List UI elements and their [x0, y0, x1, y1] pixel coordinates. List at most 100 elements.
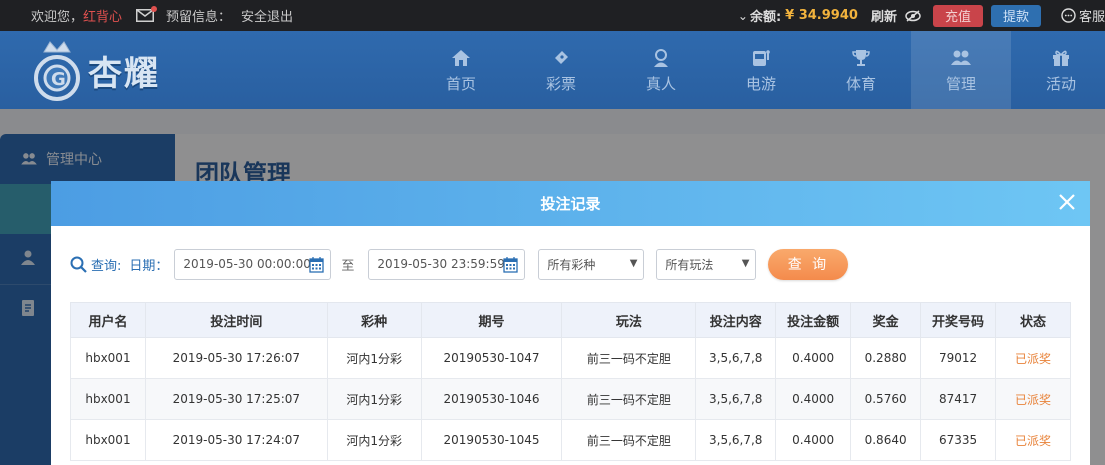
svg-text:G: G	[51, 69, 66, 90]
column-header: 投注金额	[775, 302, 852, 338]
cell-play: 前三一码不定胆	[561, 337, 697, 379]
cell-content: 3,5,6,7,8	[695, 337, 777, 379]
cell-status: 已派奖	[995, 419, 1071, 461]
column-header: 期号	[420, 302, 563, 338]
column-header: 用户名	[70, 302, 146, 338]
ticket-icon	[551, 47, 571, 69]
table-row[interactable]: hbx001 2019-05-30 17:25:07 河内1分彩 2019053…	[70, 378, 1071, 420]
customer-service-link[interactable]: 客服	[1061, 6, 1105, 25]
cell-issue: 20190530-1045	[420, 419, 563, 461]
nav-promo-label: 活动	[1045, 74, 1076, 93]
lottery-select[interactable]: 所有彩种 ▼	[538, 248, 645, 280]
cell-status: 已派奖	[995, 337, 1071, 379]
top-bar: 欢迎您， 红背心 预留信息： 安全退出 ⌄ 余额: ¥ 34.9940 刷新 充…	[0, 0, 1105, 31]
cell-play: 前三一码不定胆	[561, 419, 697, 461]
gift-icon	[1051, 47, 1071, 69]
nav-slots[interactable]: 电游	[711, 31, 811, 109]
recharge-button[interactable]: 充值	[932, 4, 983, 27]
site-logo[interactable]: G 杏耀	[30, 37, 160, 103]
nav-lottery[interactable]: 彩票	[511, 31, 611, 109]
cell-content: 3,5,6,7,8	[695, 378, 777, 420]
column-header: 奖金	[850, 302, 922, 338]
close-icon[interactable]	[1056, 191, 1078, 213]
logo-emblem-icon: G	[30, 38, 84, 102]
table-row[interactable]: hbx001 2019-05-30 17:26:07 河内1分彩 2019053…	[70, 337, 1071, 379]
users-icon	[950, 47, 972, 69]
logout-link[interactable]: 安全退出	[241, 6, 293, 25]
bet-record-modal: 投注记录 查询: 日期： 2019-05-30 00:00:00 至 2019-…	[51, 181, 1090, 465]
nav-home-label: 首页	[445, 74, 476, 93]
cell-draw-number: 87417	[920, 378, 997, 420]
balance-value: ¥ 34.9940	[785, 8, 858, 23]
nav-lottery-label: 彩票	[545, 74, 576, 93]
nav-sports[interactable]: 体育	[811, 31, 911, 109]
trophy-icon	[851, 47, 871, 69]
caret-down-icon: ▼	[629, 257, 638, 269]
lottery-select-value: 所有彩种	[547, 257, 596, 272]
column-header: 投注内容	[695, 302, 777, 338]
refresh-link[interactable]: 刷新	[871, 6, 897, 25]
end-date-field[interactable]: 2019-05-30 23:59:59	[368, 248, 526, 280]
cell-lottery: 河内1分彩	[326, 337, 422, 379]
cell-amount: 0.4000	[775, 337, 852, 379]
nav-slots-label: 电游	[745, 74, 776, 93]
query-button[interactable]: 查 询	[768, 248, 849, 280]
chevron-down-icon[interactable]: ⌄	[738, 9, 748, 23]
table-header-row: 用户名 投注时间 彩种 期号 玩法 投注内容 投注金额 奖金 开奖号码 状态	[70, 302, 1071, 338]
home-icon	[451, 47, 471, 69]
calendar-icon[interactable]	[503, 256, 519, 276]
date-range-separator: 至	[341, 258, 355, 274]
cell-prize: 0.2880	[850, 337, 922, 379]
column-header: 状态	[995, 302, 1071, 338]
caret-down-icon: ▼	[741, 257, 750, 269]
query-label: 查询:	[91, 258, 122, 274]
eye-hidden-icon[interactable]	[905, 9, 921, 22]
cell-amount: 0.4000	[775, 378, 852, 420]
play-select-value: 所有玩法	[665, 257, 714, 272]
table-row[interactable]: hbx001 2019-05-30 17:24:07 河内1分彩 2019053…	[70, 419, 1071, 461]
welcome-text: 欢迎您，	[31, 10, 84, 25]
column-header: 投注时间	[144, 302, 328, 338]
chat-icon	[1061, 8, 1076, 23]
column-header: 彩种	[326, 302, 422, 338]
slot-icon	[751, 47, 771, 69]
nav-manage[interactable]: 管理	[911, 31, 1011, 109]
cell-username: hbx001	[70, 419, 146, 461]
nav-sports-label: 体育	[845, 74, 876, 93]
cell-draw-number: 79012	[920, 337, 997, 379]
cell-amount: 0.4000	[775, 419, 852, 461]
cell-issue: 20190530-1047	[420, 337, 563, 379]
cell-bet-time: 2019-05-30 17:24:07	[144, 419, 328, 461]
nav-live[interactable]: 真人	[611, 31, 711, 109]
cell-username: hbx001	[70, 378, 146, 420]
cell-bet-time: 2019-05-30 17:26:07	[144, 337, 328, 379]
search-icon	[70, 256, 87, 273]
logo-text: 杏耀	[88, 53, 160, 94]
customer-service-label: 客服	[1078, 10, 1105, 25]
withdraw-button[interactable]: 提款	[990, 4, 1041, 27]
cell-issue: 20190530-1046	[420, 378, 563, 420]
nav-promo[interactable]: 活动	[1011, 31, 1105, 109]
user-live-icon	[651, 47, 671, 69]
username-link[interactable]: 红背心	[83, 6, 122, 25]
reserved-info-label: 预留信息：	[166, 10, 232, 25]
balance-label: 余额:	[749, 10, 782, 25]
nav-home[interactable]: 首页	[411, 31, 511, 109]
column-header: 开奖号码	[920, 302, 997, 338]
play-select[interactable]: 所有玩法 ▼	[656, 248, 757, 280]
cell-bet-time: 2019-05-30 17:25:07	[144, 378, 328, 420]
cell-play: 前三一码不定胆	[561, 378, 697, 420]
nav-manage-label: 管理	[945, 74, 976, 93]
cell-prize: 0.5760	[850, 378, 922, 420]
nav-live-label: 真人	[645, 74, 676, 93]
calendar-icon[interactable]	[309, 256, 325, 276]
cell-lottery: 河内1分彩	[326, 378, 422, 420]
cell-prize: 0.8640	[850, 419, 922, 461]
cell-lottery: 河内1分彩	[326, 419, 422, 461]
cell-draw-number: 67335	[920, 419, 997, 461]
modal-title: 投注记录	[540, 195, 601, 213]
main-nav: 首页 彩票 真人 电游 体育 管理 活动	[411, 31, 1105, 109]
date-label: 日期：	[129, 258, 169, 274]
start-date-field[interactable]: 2019-05-30 00:00:00	[174, 248, 332, 280]
mail-icon[interactable]	[136, 6, 158, 22]
